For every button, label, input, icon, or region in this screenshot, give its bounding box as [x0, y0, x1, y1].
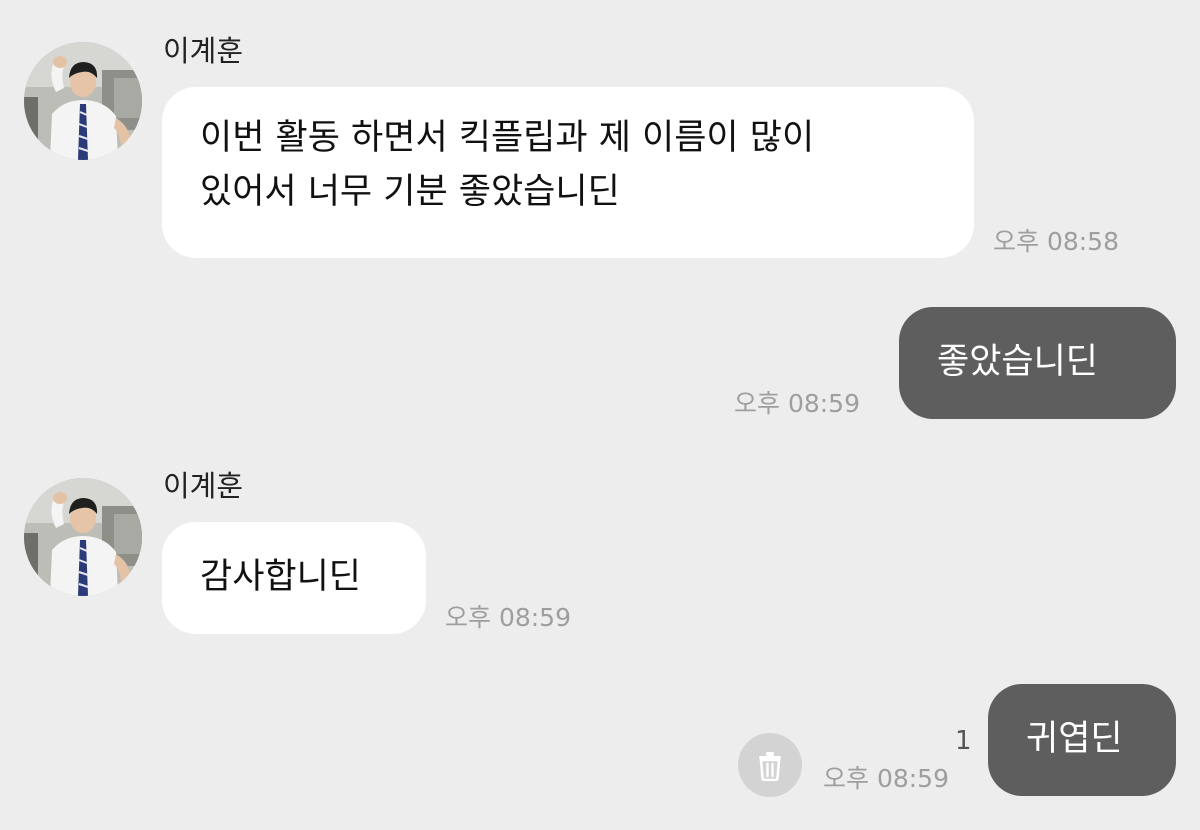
- message-bubble-incoming[interactable]: 감사합니딘: [162, 522, 426, 634]
- sender-name: 이계훈: [163, 469, 244, 503]
- message-bubble-outgoing[interactable]: 좋았습니딘: [899, 307, 1176, 419]
- message-text-line: 감사합니딘: [200, 557, 362, 597]
- message-text-line: 이번 활동 하면서 킥플립과 제 이름이 많이: [200, 118, 815, 158]
- message-text-line: 귀엽딘: [1026, 719, 1123, 759]
- message-bubble-outgoing[interactable]: 귀엽딘: [988, 684, 1176, 796]
- trash-icon: [759, 752, 781, 781]
- message-timestamp: 오후 08:59: [823, 764, 949, 793]
- profile-photo: [24, 478, 142, 596]
- sender-avatar[interactable]: [24, 478, 142, 596]
- delete-button[interactable]: [738, 733, 802, 797]
- sender-avatar[interactable]: [24, 42, 142, 160]
- unread-count: 1: [955, 726, 972, 756]
- message-timestamp: 오후 08:59: [734, 389, 860, 418]
- message-timestamp: 오후 08:58: [993, 227, 1119, 256]
- message-timestamp: 오후 08:59: [445, 603, 571, 632]
- message-bubble-incoming[interactable]: 이번 활동 하면서 킥플립과 제 이름이 많이 있어서 너무 기분 좋았습니딘: [162, 87, 974, 258]
- sender-name: 이계훈: [163, 34, 244, 68]
- profile-photo: [24, 42, 142, 160]
- message-text-line: 있어서 너무 기분 좋았습니딘: [200, 172, 620, 213]
- message-text-line: 좋았습니딘: [937, 342, 1099, 382]
